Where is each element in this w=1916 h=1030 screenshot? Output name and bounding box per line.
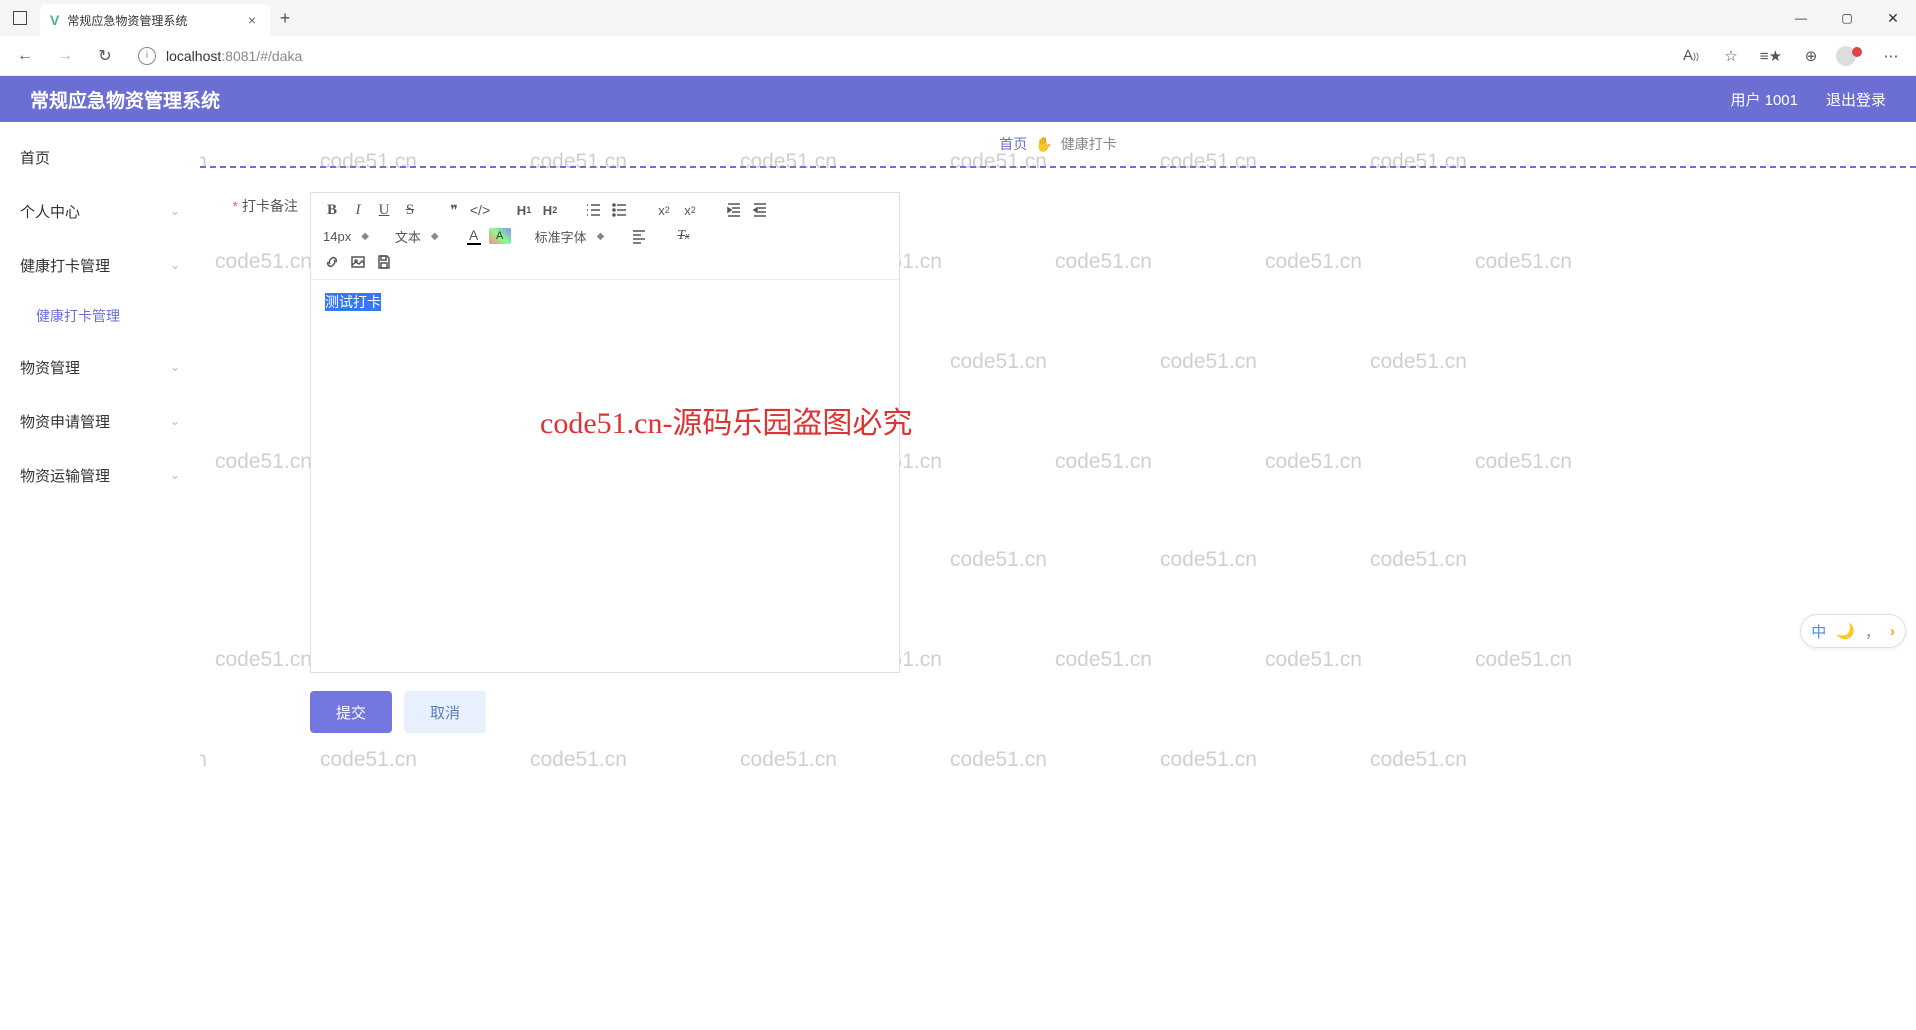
read-aloud-icon[interactable]: A)) <box>1674 39 1708 73</box>
tab-close-icon[interactable]: × <box>244 12 260 28</box>
chevron-down-icon: ⌄ <box>170 204 180 218</box>
menu-icon[interactable]: ⋯ <box>1874 39 1908 73</box>
link-button[interactable] <box>321 251 343 273</box>
divider <box>200 166 1916 168</box>
rich-text-editor: B I U S ❞ </> H1 H2 <box>310 192 900 673</box>
sidebar-item-apply[interactable]: 物资申请管理⌄ <box>0 394 200 448</box>
outdent-button[interactable] <box>749 199 771 221</box>
align-button[interactable] <box>628 225 650 247</box>
sidebar-item-health[interactable]: 健康打卡管理⌄ <box>0 238 200 292</box>
ime-punct640,0 -interactable=: ， <box>1865 621 1880 642</box>
refresh-button[interactable]: ↻ <box>88 39 122 73</box>
editor-content[interactable]: 测试打卡 <box>311 280 899 672</box>
new-tab-button[interactable]: + <box>270 3 300 33</box>
ime-lang-icon[interactable]: 中 <box>1811 621 1826 642</box>
underline-button[interactable]: U <box>373 199 395 221</box>
window-maximize-icon[interactable]: ▢ <box>1824 0 1870 36</box>
clear-format-button[interactable]: Tx <box>672 225 694 247</box>
editor-toolbar: B I U S ❞ </> H1 H2 <box>311 193 899 280</box>
breadcrumb: 首页 ✋ 健康打卡 <box>220 122 1896 166</box>
app-title: 常规应急物资管理系统 <box>30 86 220 113</box>
favorite-icon[interactable]: ☆ <box>1714 39 1748 73</box>
sidebar: 首页 个人中心⌄ 健康打卡管理⌄ 健康打卡管理 物资管理⌄ 物资申请管理⌄ 物资… <box>0 122 200 1030</box>
profile-icon[interactable] <box>1834 39 1868 73</box>
browser-chrome: V 常规应急物资管理系统 × + — ▢ ✕ ← → ↻ i localhost… <box>0 0 1916 76</box>
sidebar-item-material[interactable]: 物资管理⌄ <box>0 340 200 394</box>
indent-button[interactable] <box>723 199 745 221</box>
favorites-bar-icon[interactable]: ≡★ <box>1754 39 1788 73</box>
bg-color-button[interactable]: A <box>489 228 511 244</box>
chevron-down-icon: ⌄ <box>170 258 180 272</box>
image-button[interactable] <box>347 251 369 273</box>
font-color-button[interactable]: A <box>463 225 485 247</box>
ime-expand-icon[interactable]: › <box>1890 623 1895 640</box>
bold-button[interactable]: B <box>321 199 343 221</box>
url-text: localhost:8081/#/daka <box>166 48 302 64</box>
ime-moon-icon[interactable]: 🌙 <box>1836 622 1855 640</box>
quote-button[interactable]: ❞ <box>443 199 465 221</box>
chevron-down-icon: ⌄ <box>170 360 180 374</box>
breadcrumb-current: 健康打卡 <box>1061 134 1117 154</box>
chevron-down-icon: ⌄ <box>170 414 180 428</box>
main-content: 首页 ✋ 健康打卡 *打卡备注 B I U S <box>200 122 1916 1030</box>
collections-icon[interactable]: ⊕ <box>1794 39 1828 73</box>
save-button[interactable] <box>373 251 395 273</box>
sidebar-item-personal[interactable]: 个人中心⌄ <box>0 184 200 238</box>
form-label-note: *打卡备注 <box>220 192 310 216</box>
font-family-select[interactable]: 标准字体◆ <box>531 223 609 249</box>
font-size-select[interactable]: 14px◆ <box>319 223 373 249</box>
sidebar-item-home[interactable]: 首页 <box>0 130 200 184</box>
chevron-down-icon: ⌄ <box>170 468 180 482</box>
unordered-list-button[interactable] <box>609 199 631 221</box>
breadcrumb-home[interactable]: 首页 <box>999 134 1027 154</box>
window-menu-icon[interactable] <box>0 0 40 36</box>
sidebar-item-health-sub[interactable]: 健康打卡管理 <box>0 292 200 340</box>
hand-emoji-icon: ✋ <box>1035 136 1052 153</box>
site-info-icon[interactable]: i <box>138 47 156 65</box>
window-close-icon[interactable]: ✕ <box>1870 0 1916 36</box>
forward-button[interactable]: → <box>48 39 82 73</box>
favicon-vue-icon: V <box>50 12 59 28</box>
back-button[interactable]: ← <box>8 39 42 73</box>
strikethrough-button[interactable]: S <box>399 199 421 221</box>
subscript-button[interactable]: x2 <box>653 199 675 221</box>
user-label[interactable]: 用户 1001 <box>1730 89 1798 110</box>
sidebar-item-transport[interactable]: 物资运输管理⌄ <box>0 448 200 502</box>
logout-button[interactable]: 退出登录 <box>1826 89 1886 110</box>
h2-button[interactable]: H2 <box>539 199 561 221</box>
ime-floating-bar[interactable]: 中 🌙 ， › <box>1800 614 1906 648</box>
superscript-button[interactable]: x2 <box>679 199 701 221</box>
paragraph-select[interactable]: 文本◆ <box>391 223 443 249</box>
window-minimize-icon[interactable]: — <box>1778 0 1824 36</box>
address-bar[interactable]: i localhost:8081/#/daka <box>128 41 1668 71</box>
app-header: 常规应急物资管理系统 用户 1001 退出登录 <box>0 76 1916 122</box>
submit-button[interactable]: 提交 <box>310 691 392 733</box>
ordered-list-button[interactable] <box>583 199 605 221</box>
tab-title: 常规应急物资管理系统 <box>67 12 236 29</box>
italic-button[interactable]: I <box>347 199 369 221</box>
h1-button[interactable]: H1 <box>513 199 535 221</box>
cancel-button[interactable]: 取消 <box>404 691 486 733</box>
code-button[interactable]: </> <box>469 199 491 221</box>
browser-tab[interactable]: V 常规应急物资管理系统 × <box>40 4 270 36</box>
selected-text: 测试打卡 <box>325 293 381 311</box>
